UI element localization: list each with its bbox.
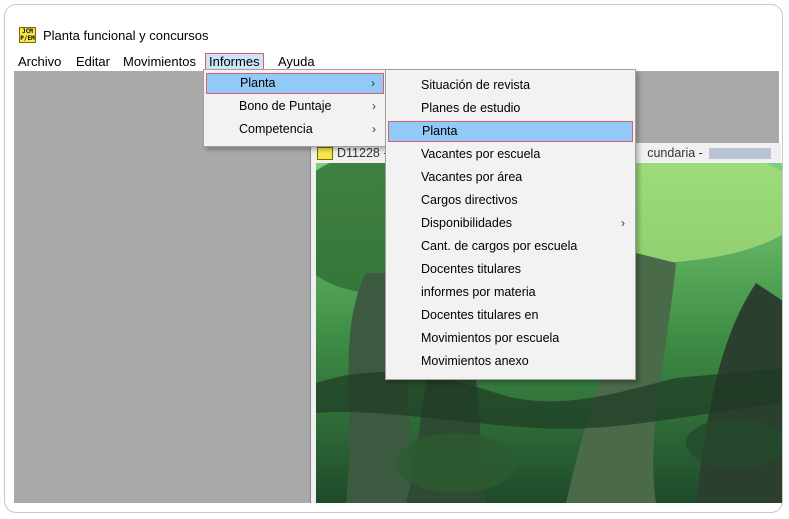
submenu-item-docentes-titulares-en[interactable]: Docentes titulares en [388, 305, 633, 326]
app-title: Planta funcional y concursos [43, 28, 209, 43]
menu-item-competencia[interactable]: Competencia › [206, 119, 384, 140]
planta-submenu: Situación de revista Planes de estudio P… [385, 69, 636, 380]
menu-item-planta[interactable]: Planta › [206, 73, 384, 94]
submenu-item-informes-por-materia[interactable]: informes por materia [388, 282, 633, 303]
app-logo-icon: JCM P/EM [19, 27, 36, 43]
informes-menu: Planta › Bono de Puntaje › Competencia › [203, 69, 387, 147]
submenu-item-cant-de-cargos-por-escuela[interactable]: Cant. de cargos por escuela [388, 236, 633, 257]
chevron-right-icon: › [372, 99, 376, 113]
chevron-right-icon: › [372, 122, 376, 136]
menu-item-bono-de-puntaje[interactable]: Bono de Puntaje › [206, 96, 384, 117]
submenu-item-situacion-de-revista[interactable]: Situación de revista [388, 75, 633, 96]
chevron-right-icon: › [371, 76, 375, 90]
menu-archivo[interactable]: Archivo [15, 53, 64, 71]
submenu-item-planta[interactable]: Planta [388, 121, 633, 142]
menu-movimientos[interactable]: Movimientos [120, 53, 199, 71]
redacted-block [708, 148, 771, 160]
chevron-right-icon: › [621, 216, 625, 230]
title-bar: JCM P/EM Planta funcional y concursos [19, 27, 419, 49]
app-window: JCM P/EM Planta funcional y concursos Arc… [4, 4, 783, 513]
menu-editar[interactable]: Editar [73, 53, 113, 71]
child-title-right: cundaria - [647, 146, 703, 160]
submenu-item-docentes-titulares[interactable]: Docentes titulares [388, 259, 633, 280]
submenu-item-vacantes-por-escuela[interactable]: Vacantes por escuela [388, 144, 633, 165]
submenu-item-vacantes-por-area[interactable]: Vacantes por área [388, 167, 633, 188]
submenu-item-movimientos-anexo[interactable]: Movimientos anexo [388, 351, 633, 372]
child-logo-icon [317, 147, 333, 161]
submenu-item-disponibilidades[interactable]: Disponibilidades › [388, 213, 633, 234]
submenu-item-movimientos-por-escuela[interactable]: Movimientos por escuela [388, 328, 633, 349]
submenu-item-planes-de-estudio[interactable]: Planes de estudio [388, 98, 633, 119]
submenu-item-cargos-directivos[interactable]: Cargos directivos [388, 190, 633, 211]
